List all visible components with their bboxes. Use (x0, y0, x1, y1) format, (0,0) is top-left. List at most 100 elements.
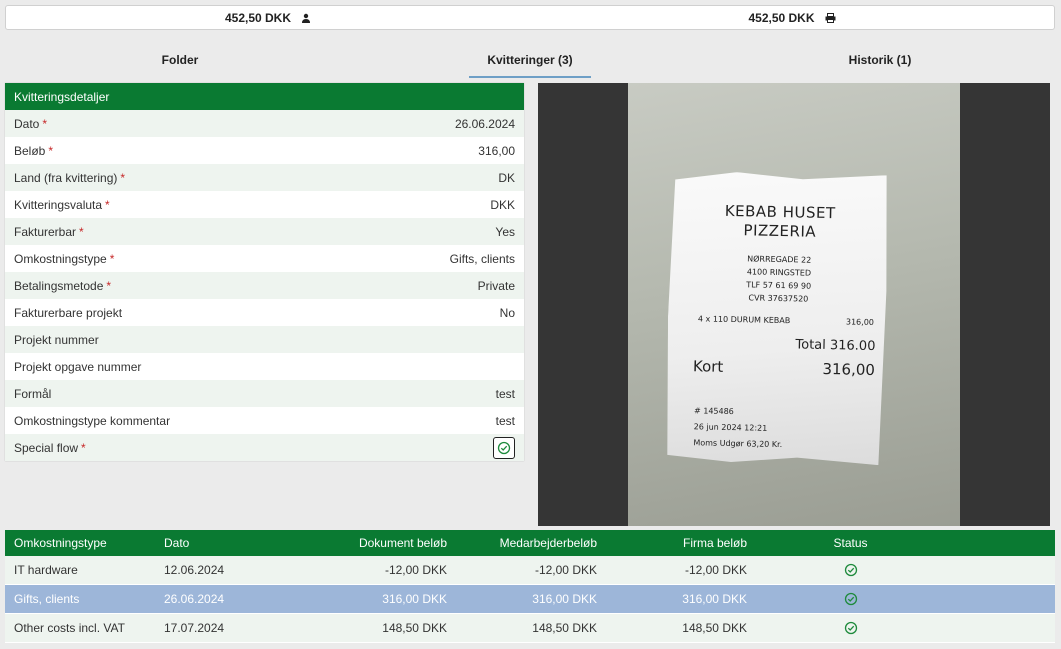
receipt-kort-label: Kort (692, 357, 724, 376)
detail-label-text: Dato (14, 116, 40, 131)
detail-label: Kvitteringsvaluta * (14, 198, 110, 212)
detail-label-text: Beløb (14, 143, 46, 158)
required-mark: * (81, 440, 86, 455)
cell-emp-amount: -12,00 DKK (534, 563, 597, 577)
receipt-image-viewer[interactable]: KEBAB HUSET PIZZERIA NØRREGADE 22 4100 R… (538, 83, 1050, 526)
required-mark: * (79, 224, 84, 239)
detail-label-text: Kvitteringsvaluta (14, 197, 103, 212)
detail-row-projekt-opgave-nummer[interactable]: Projekt opgave nummer (5, 353, 524, 380)
receipt-item-amount: 316,00 (845, 317, 875, 328)
required-mark: * (105, 197, 110, 212)
detail-value: Private (477, 278, 515, 293)
tab-folder[interactable]: Folder (5, 44, 355, 76)
receipt-details-panel: Kvitteringsdetaljer Dato * 26.06.2024 Belø… (5, 83, 524, 461)
detail-value: 316,00 (478, 143, 515, 158)
col-header-status[interactable]: Status (747, 536, 954, 550)
detail-row-formal[interactable]: Formål test (5, 380, 524, 407)
detail-label: Fakturerbare projekt (14, 305, 123, 320)
check-circle-icon (844, 593, 857, 606)
detail-label: Land (fra kvittering) * (14, 171, 125, 185)
detail-label: Projekt nummer (14, 332, 99, 347)
detail-label: Dato * (14, 117, 47, 131)
required-mark: * (106, 278, 112, 293)
col-header-firma-belob[interactable]: Firma beløb (597, 536, 747, 550)
grid-header: Omkostningstype Dato Dokument beløb Meda… (5, 530, 1055, 556)
cell-date: 17.07.2024 (164, 621, 225, 635)
required-mark: * (48, 143, 54, 158)
cell-type: Gifts, clients (14, 592, 80, 606)
tab-folder-label: Folder (161, 53, 199, 67)
table-row[interactable]: Other costs incl. VAT 17.07.2024 148,50 … (5, 614, 1055, 643)
check-circle-icon (497, 441, 511, 454)
cell-doc-amount: 316,00 DKK (382, 592, 447, 606)
cell-status (747, 563, 954, 578)
detail-label-text: Betalingsmetode (14, 278, 104, 293)
detail-label-text: Special flow (14, 440, 79, 455)
cell-doc-amount: 148,50 DKK (382, 621, 447, 635)
detail-label: Fakturerbar * (14, 225, 84, 239)
check-circle-icon (844, 622, 857, 635)
detail-row-valuta[interactable]: Kvitteringsvaluta * DKK (5, 191, 524, 218)
detail-row-belob[interactable]: Beløb * 316,00 (5, 137, 524, 164)
detail-value: DK (498, 170, 515, 185)
required-mark: * (120, 170, 126, 185)
detail-value: DKK (490, 197, 515, 212)
detail-value: test (495, 413, 515, 428)
col-header-medarbejderbelob[interactable]: Medarbejderbeløb (447, 536, 597, 550)
detail-value: test (495, 386, 515, 401)
detail-row-omkostningstype-kommentar[interactable]: Omkostningstype kommentar test (5, 407, 524, 434)
detail-row-fakturerbar[interactable]: Fakturerbar * Yes (5, 218, 524, 245)
cell-date: 12.06.2024 (164, 563, 225, 577)
table-row-selected[interactable]: Gifts, clients 26.06.2024 316,00 DKK 316… (5, 585, 1055, 614)
detail-row-special-flow: Special flow * (5, 434, 524, 461)
detail-row-betalingsmetode[interactable]: Betalingsmetode * Private (5, 272, 524, 299)
detail-label: Formål (14, 386, 52, 401)
cell-firm-amount: 316,00 DKK (682, 592, 747, 606)
receipt-footer: # 145486 26 jun 2024 12:21 Moms Udgør 63… (693, 403, 783, 453)
receipt-ref: # 145486 (693, 406, 734, 417)
detail-label: Beløb * (14, 144, 53, 158)
receipt-address: NØRREGADE 22 4100 RINGSTED TLF 57 61 69 … (668, 251, 889, 308)
company-amount: 452,50 DKK (530, 6, 1054, 29)
detail-value: Gifts, clients (449, 251, 515, 266)
receipt-kort-line: Kort 316,00 (693, 357, 875, 379)
tab-kvitteringer[interactable]: Kvitteringer (3) (355, 44, 705, 78)
table-row[interactable]: IT hardware 12.06.2024 -12,00 DKK -12,00… (5, 556, 1055, 585)
special-flow-checkbox[interactable] (493, 436, 515, 459)
receipt-shop-name: KEBAB HUSET PIZZERIA (670, 201, 891, 244)
tab-historik[interactable]: Historik (1) (705, 44, 1055, 76)
cell-emp-amount: 148,50 DKK (532, 621, 597, 635)
col-header-dokument-belob[interactable]: Dokument beløb (285, 536, 447, 550)
receipt-paper: KEBAB HUSET PIZZERIA NØRREGADE 22 4100 R… (665, 171, 891, 466)
cell-doc-amount: -12,00 DKK (384, 563, 447, 577)
expense-grid: Omkostningstype Dato Dokument beløb Meda… (5, 530, 1055, 643)
detail-row-land[interactable]: Land (fra kvittering) * DK (5, 164, 524, 191)
cell-type: Other costs incl. VAT (14, 621, 125, 635)
receipt-photo: KEBAB HUSET PIZZERIA NØRREGADE 22 4100 R… (628, 83, 960, 526)
amount-summary-bar: 452,50 DKK 452,50 DKK (5, 5, 1055, 30)
person-icon (302, 13, 311, 23)
employee-amount: 452,50 DKK (6, 6, 530, 29)
detail-label-text: Fakturerbar (14, 224, 77, 239)
detail-value: 26.06.2024 (454, 116, 515, 131)
detail-row-projekt-nummer[interactable]: Projekt nummer (5, 326, 524, 353)
receipt-details-rows: Dato * 26.06.2024 Beløb * 316,00 Land (fra k… (5, 110, 524, 461)
col-header-dato[interactable]: Dato (155, 536, 285, 550)
required-mark: * (109, 251, 115, 266)
required-mark: * (42, 116, 48, 131)
detail-label-text: Land (fra kvittering) (14, 170, 118, 185)
cell-date: 26.06.2024 (164, 592, 225, 606)
company-amount-value: 452,50 DKK (748, 10, 815, 25)
detail-row-omkostningstype[interactable]: Omkostningstype * Gifts, clients (5, 245, 524, 272)
cell-status (747, 621, 954, 636)
receipt-item: 4 x 110 DURUM KEBAB (697, 314, 791, 326)
receipt-title-line2: PIZZERIA (743, 221, 817, 241)
detail-label: Omkostningstype * (14, 252, 114, 266)
receipt-total: Total 316.00 (795, 337, 876, 355)
receipt-vat: Moms Udgør 63,20 Kr. (693, 438, 783, 450)
col-header-omkostningstype[interactable]: Omkostningstype (5, 536, 155, 550)
detail-label-text: Omkostningstype (14, 251, 107, 266)
tab-kvitteringer-label: Kvitteringer (3) (469, 53, 591, 78)
detail-row-dato[interactable]: Dato * 26.06.2024 (5, 110, 524, 137)
detail-row-fakturerbare-projekt[interactable]: Fakturerbare projekt No (5, 299, 524, 326)
